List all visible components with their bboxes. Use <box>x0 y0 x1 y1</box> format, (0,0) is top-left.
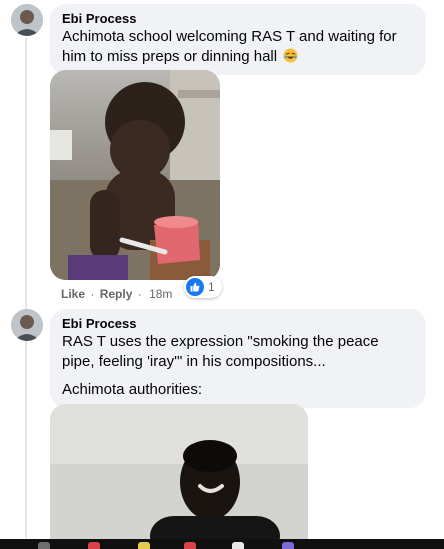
taskbar-app-icon[interactable] <box>232 542 244 549</box>
action-separator: · <box>137 287 142 301</box>
comment-actions: Like · Reply · 18m <box>61 287 172 301</box>
reply-thread-line <box>25 38 27 538</box>
taskbar-app-icon[interactable] <box>184 542 196 549</box>
taskbar <box>0 539 444 549</box>
like-thumb-icon <box>186 278 204 296</box>
action-separator: · <box>90 287 95 301</box>
commenter-avatar[interactable] <box>11 4 43 36</box>
laughing-crying-face-icon <box>283 48 298 63</box>
taskbar-app-icon[interactable] <box>138 542 150 549</box>
comment-text: Achimota school welcoming RAS T and wait… <box>62 28 397 65</box>
comment-bubble: Ebi Process RAS T uses the expression "s… <box>50 309 426 408</box>
comment-photo[interactable] <box>50 404 308 544</box>
comment-author[interactable]: Ebi Process <box>62 11 414 27</box>
taskbar-app-icon[interactable] <box>88 542 100 549</box>
comment-timestamp[interactable]: 18m <box>149 287 172 301</box>
commenter-avatar[interactable] <box>11 309 43 341</box>
reaction-count: 1 <box>208 280 215 294</box>
comment-author[interactable]: Ebi Process <box>62 316 414 332</box>
taskbar-app-icon[interactable] <box>282 542 294 549</box>
comment-text: Achimota authorities: <box>62 381 203 398</box>
comment-photo[interactable] <box>50 70 220 280</box>
reaction-summary[interactable]: 1 <box>184 276 222 298</box>
taskbar-app-icon[interactable] <box>38 542 50 549</box>
comment-text: RAS T uses the expression "smoking the p… <box>62 333 379 370</box>
comment-bubble: Ebi Process Achimota school welcoming RA… <box>50 4 426 75</box>
like-link[interactable]: Like <box>61 287 85 301</box>
reply-link[interactable]: Reply <box>100 287 133 301</box>
